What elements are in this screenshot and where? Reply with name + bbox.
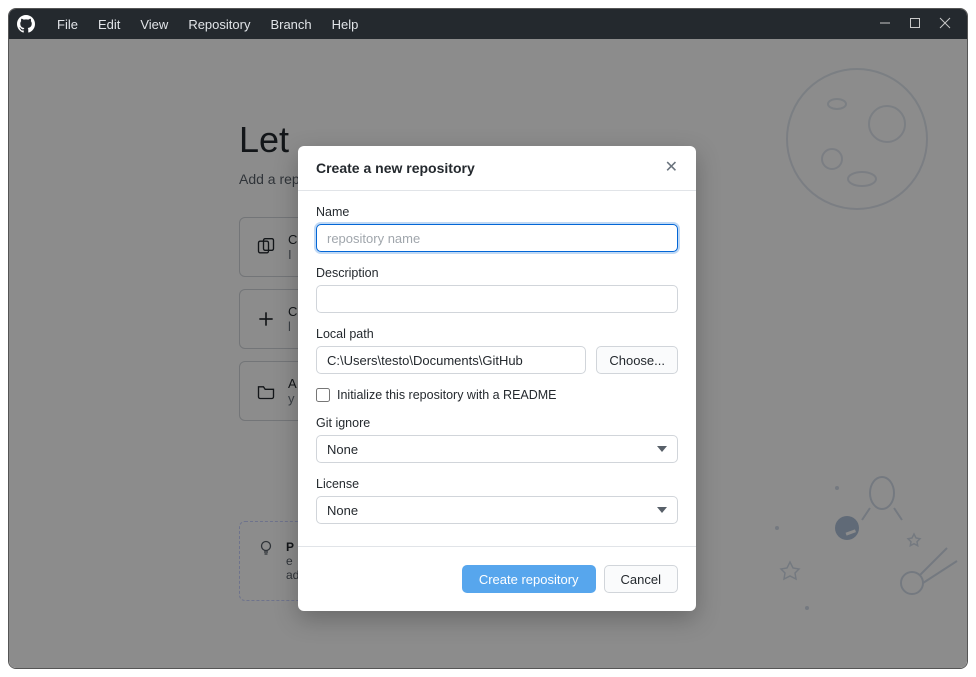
description-label: Description — [316, 266, 678, 280]
window-maximize-icon[interactable] — [909, 17, 921, 32]
readme-label: Initialize this repository with a README — [337, 388, 557, 402]
name-label: Name — [316, 205, 678, 219]
menu-edit[interactable]: Edit — [88, 17, 130, 32]
titlebar: File Edit View Repository Branch Help — [9, 9, 967, 39]
create-repo-dialog: Create a new repository ✕ Name Descripti… — [298, 146, 696, 611]
menu-repository[interactable]: Repository — [178, 17, 260, 32]
menu-file[interactable]: File — [47, 17, 88, 32]
localpath-label: Local path — [316, 327, 678, 341]
create-repository-button[interactable]: Create repository — [462, 565, 596, 593]
gitignore-label: Git ignore — [316, 416, 678, 430]
localpath-input[interactable] — [316, 346, 586, 374]
name-input[interactable] — [316, 224, 678, 252]
menu-view[interactable]: View — [130, 17, 178, 32]
window-minimize-icon[interactable] — [879, 17, 891, 32]
menu-branch[interactable]: Branch — [260, 17, 321, 32]
gitignore-select[interactable]: None — [316, 435, 678, 463]
license-label: License — [316, 477, 678, 491]
cancel-button[interactable]: Cancel — [604, 565, 678, 593]
dialog-close-icon[interactable]: ✕ — [665, 160, 678, 176]
menu-help[interactable]: Help — [322, 17, 369, 32]
readme-checkbox[interactable] — [316, 388, 330, 402]
license-select[interactable]: None — [316, 496, 678, 524]
github-logo-icon — [17, 15, 35, 33]
window-close-icon[interactable] — [939, 17, 951, 32]
description-input[interactable] — [316, 285, 678, 313]
choose-path-button[interactable]: Choose... — [596, 346, 678, 374]
dialog-title: Create a new repository — [316, 160, 475, 176]
